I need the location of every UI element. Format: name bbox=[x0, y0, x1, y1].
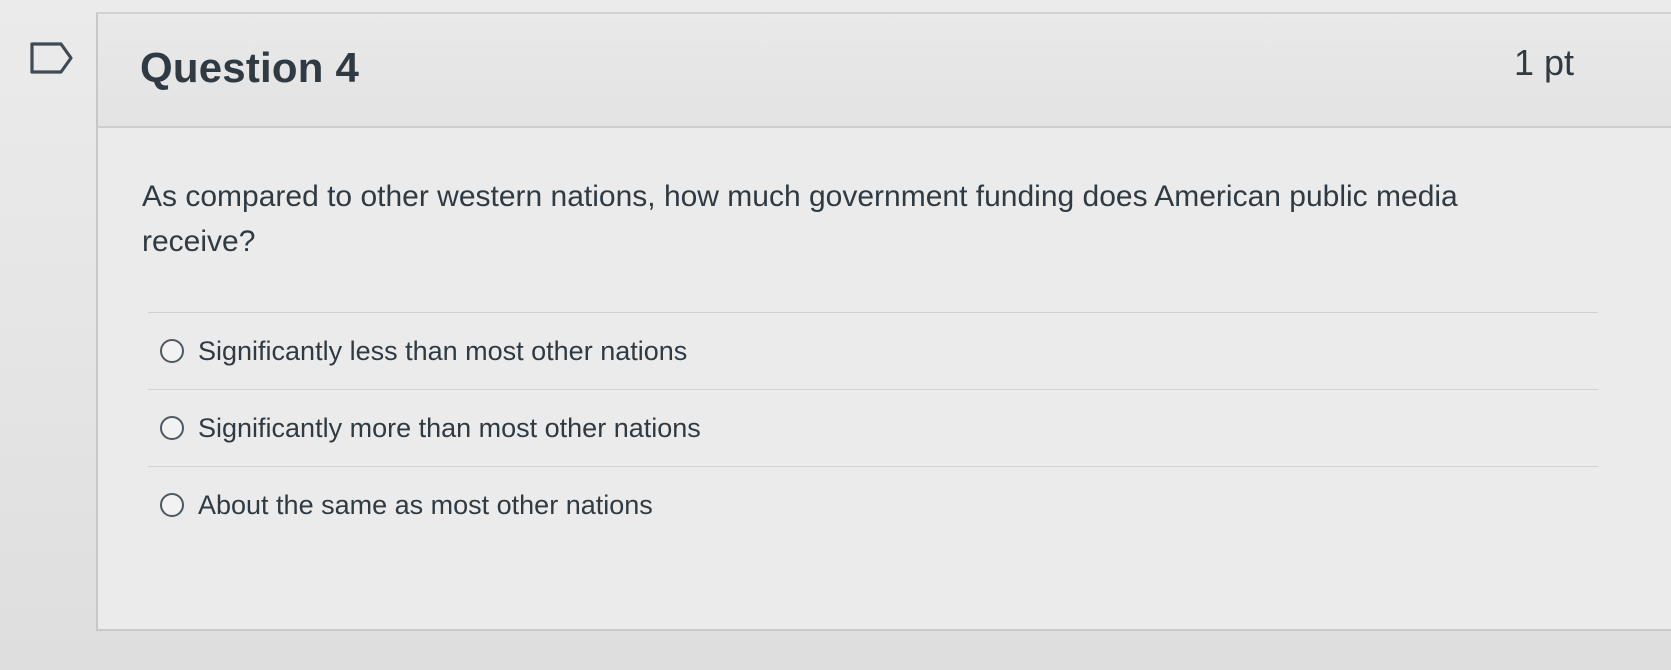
question-points: 1 pt bbox=[1514, 42, 1575, 83]
radio-button-icon[interactable] bbox=[160, 416, 184, 440]
question-prompt: As compared to other western nations, ho… bbox=[142, 180, 1458, 258]
answer-list: Significantly less than most other natio… bbox=[148, 312, 1598, 543]
answer-label: Significantly more than most other natio… bbox=[198, 412, 701, 443]
answer-option-2[interactable]: Significantly more than most other natio… bbox=[148, 389, 1598, 466]
answer-label: About the same as most other nations bbox=[198, 489, 653, 520]
question-card: Question 4 As compared to other western … bbox=[96, 12, 1671, 631]
answer-option-3[interactable]: About the same as most other nations bbox=[148, 466, 1598, 543]
radio-button-icon[interactable] bbox=[160, 493, 184, 517]
question-header: Question 4 bbox=[98, 14, 1671, 128]
flag-question-icon[interactable] bbox=[28, 40, 76, 78]
answer-option-1[interactable]: Significantly less than most other natio… bbox=[148, 312, 1598, 389]
question-title: Question 4 bbox=[140, 44, 360, 91]
answer-label: Significantly less than most other natio… bbox=[198, 335, 688, 366]
radio-button-icon[interactable] bbox=[160, 339, 184, 363]
